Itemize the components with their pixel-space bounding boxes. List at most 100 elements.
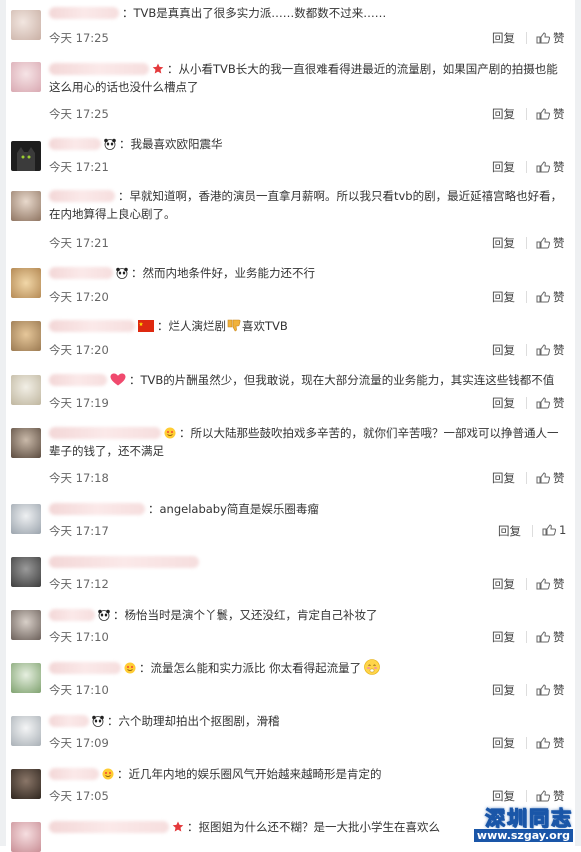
thumbs-up-icon — [536, 472, 551, 484]
comment-time: 今天 17:19 — [49, 396, 109, 410]
reply-button[interactable]: 回复 — [498, 523, 521, 539]
reply-button[interactable]: 回复 — [492, 576, 515, 592]
avatar[interactable] — [11, 557, 41, 587]
username[interactable] — [49, 190, 115, 202]
username[interactable] — [49, 556, 199, 568]
panda-badge-icon — [104, 137, 116, 150]
comment-text-2: 喜欢TVB — [242, 319, 288, 333]
username[interactable] — [49, 768, 99, 780]
thumbs-up-icon — [536, 631, 551, 643]
comment-item: ：流量怎么能和实力派比 你太看得起流量了 今天 17:10 回复 赞 — [6, 651, 575, 705]
comment-text: 然而内地条件好，业务能力还不行 — [142, 266, 316, 280]
avatar[interactable] — [11, 62, 41, 92]
avatar[interactable] — [11, 375, 41, 405]
star-badge-icon — [172, 820, 184, 832]
username[interactable] — [49, 374, 107, 386]
avatar[interactable] — [11, 504, 41, 534]
username[interactable] — [49, 427, 161, 439]
comment-text: angelababy简直是娱乐圈毒瘤 — [159, 502, 319, 516]
reply-button[interactable]: 回复 — [492, 235, 515, 251]
reply-button[interactable]: 回复 — [492, 629, 515, 645]
star-badge-icon — [152, 62, 164, 74]
comment-item: 今天 17:12 回复 赞 — [6, 545, 575, 599]
username[interactable] — [49, 503, 145, 515]
comment-time: 今天 17:18 — [49, 471, 109, 485]
reply-button[interactable]: 回复 — [492, 159, 515, 175]
like-button[interactable]: 赞 — [536, 159, 565, 175]
panda-badge-icon — [98, 608, 110, 621]
like-button[interactable]: 赞 — [536, 289, 565, 305]
reply-button[interactable]: 回复 — [492, 106, 515, 122]
comment-time: 今天 17:20 — [49, 290, 109, 304]
like-button[interactable]: 赞 — [536, 30, 565, 46]
comment-time: 今天 17:25 — [49, 31, 109, 45]
like-button[interactable]: 1 — [542, 523, 566, 537]
reply-button[interactable]: 回复 — [492, 289, 515, 305]
avatar[interactable] — [11, 716, 41, 746]
username[interactable] — [49, 609, 95, 621]
comment-item: ：TVB是真真出了很多实力派……数都数不过来…… 今天 17:25 回复 赞 — [6, 0, 575, 53]
comment-time: 今天 17:10 — [49, 630, 109, 644]
reply-button[interactable]: 回复 — [492, 682, 515, 698]
comment-item: ：我最喜欢欧阳震华 今天 17:21 回复 赞 — [6, 129, 575, 180]
like-button[interactable]: 赞 — [536, 395, 565, 411]
avatar[interactable] — [11, 822, 41, 852]
username[interactable] — [49, 821, 169, 833]
comment-time: 今天 17:17 — [49, 524, 109, 538]
like-button[interactable]: 赞 — [536, 629, 565, 645]
comment-text: 流量怎么能和实力派比 你太看得起流量了 — [150, 661, 362, 675]
avatar[interactable] — [11, 610, 41, 640]
like-button[interactable]: 赞 — [536, 576, 565, 592]
username[interactable] — [49, 662, 121, 674]
avatar[interactable] — [11, 428, 41, 458]
avatar[interactable] — [11, 191, 41, 221]
emoji-badge-icon — [164, 426, 176, 439]
watermark-title: 深圳同志 — [484, 806, 573, 831]
thumbs-up-icon — [536, 397, 551, 409]
shy-face-emoji-icon — [364, 659, 380, 675]
like-button[interactable]: 赞 — [536, 470, 565, 486]
comment-text: 近几年内地的娱乐圈风气开始越来越畸形是肯定的 — [128, 767, 382, 781]
username[interactable] — [49, 320, 135, 332]
like-button[interactable]: 赞 — [536, 342, 565, 358]
comment-text: 我最喜欢欧阳震华 — [130, 137, 223, 151]
username[interactable] — [49, 267, 113, 279]
comment-item: ：然而内地条件好，业务能力还不行 今天 17:20 回复 赞 — [6, 256, 575, 310]
avatar[interactable] — [11, 321, 41, 351]
emoji-badge-icon — [124, 661, 136, 674]
username[interactable] — [49, 138, 101, 150]
comment-time: 今天 17:25 — [49, 107, 109, 121]
reply-button[interactable]: 回复 — [492, 735, 515, 751]
reply-button[interactable]: 回复 — [492, 30, 515, 46]
comment-time: 今天 17:20 — [49, 343, 109, 357]
username[interactable] — [49, 63, 149, 75]
avatar[interactable] — [11, 268, 41, 298]
like-button[interactable]: 赞 — [536, 235, 565, 251]
comment-item: ：杨怡当时是演个丫鬟，又还没红，肯定自己补妆了 今天 17:10 回复 赞 — [6, 598, 575, 652]
like-button[interactable]: 赞 — [536, 735, 565, 751]
comment-time: 今天 17:09 — [49, 736, 109, 750]
like-button[interactable]: 赞 — [536, 106, 565, 122]
comment-text: TVB的片酬虽然少，但我敢说，现在大部分流量的业务能力，其实连这些钱都不值 — [140, 373, 555, 387]
username[interactable] — [49, 715, 89, 727]
thumbs-up-icon — [536, 578, 551, 590]
china-flag-icon — [138, 319, 154, 332]
comment-item: ：TVB的片酬虽然少，但我敢说，现在大部分流量的业务能力，其实连这些钱都不值 今… — [6, 363, 575, 417]
thumbs-up-icon — [536, 32, 551, 44]
panda-badge-icon — [116, 266, 128, 279]
reply-button[interactable]: 回复 — [492, 342, 515, 358]
avatar[interactable] — [11, 141, 41, 171]
reply-button[interactable]: 回复 — [492, 470, 515, 486]
avatar[interactable] — [11, 769, 41, 799]
username[interactable] — [49, 7, 119, 19]
thumbs-up-icon — [542, 524, 557, 536]
avatar[interactable] — [11, 663, 41, 693]
like-button[interactable]: 赞 — [536, 682, 565, 698]
comment-time: 今天 17:05 — [49, 789, 109, 803]
comment-item: ：从小看TVB长大的我一直很难看得进最近的流量剧，如果国产剧的拍摄也能这么用心的… — [6, 52, 575, 130]
comment-time: 今天 17:12 — [49, 577, 109, 591]
reply-button[interactable]: 回复 — [492, 395, 515, 411]
avatar[interactable] — [11, 10, 41, 40]
thumbs-down-emoji-icon — [226, 319, 242, 333]
comment-text: 抠图姐为什么还不糊？是一大批小学生在喜欢么 — [198, 820, 441, 834]
